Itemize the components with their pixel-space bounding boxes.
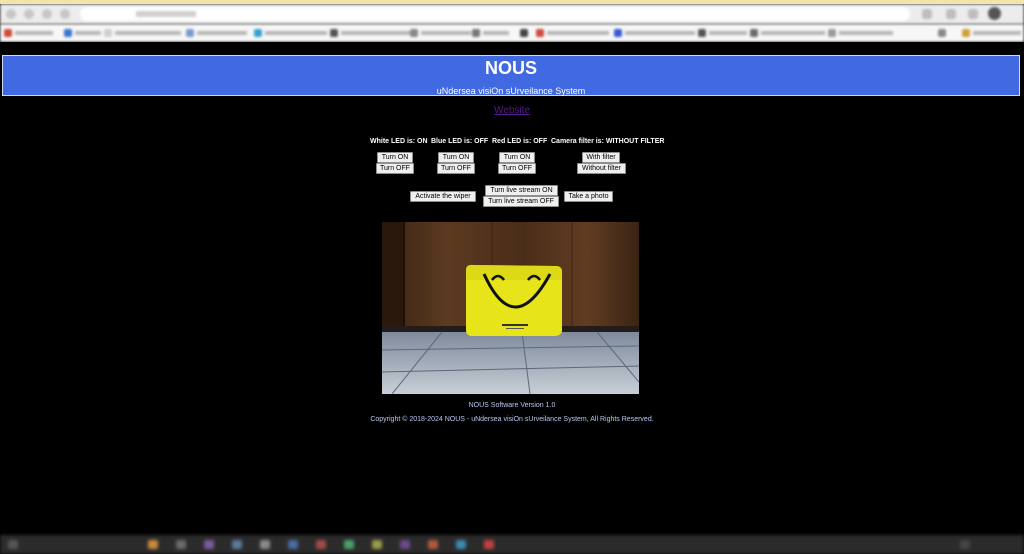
forward-icon[interactable] <box>24 9 34 19</box>
page-header: NOUS uNdersea visiOn sUrveilance System <box>2 55 1020 96</box>
red-led-off-button[interactable]: Turn OFF <box>498 163 536 174</box>
website-link[interactable]: Website <box>494 105 530 116</box>
page-subtitle: uNdersea visiOn sUrveilance System <box>436 86 586 96</box>
address-bar[interactable] <box>80 7 910 21</box>
without-filter-button[interactable]: Without filter <box>577 163 626 174</box>
taskbar-app-icon[interactable] <box>344 540 354 549</box>
taskbar-app-icon[interactable] <box>288 540 298 549</box>
back-icon[interactable] <box>6 9 16 19</box>
profile-avatar[interactable] <box>988 7 1001 20</box>
taskbar-app-icon[interactable] <box>456 540 466 549</box>
red-led-status: Red LED is: OFF <box>492 138 548 145</box>
white-led-status: White LED is: ON <box>370 138 428 145</box>
blue-led-off-button[interactable]: Turn OFF <box>437 163 475 174</box>
with-filter-button[interactable]: With filter <box>582 152 620 163</box>
software-version: NOUS Software Version 1.0 <box>468 402 556 409</box>
taskbar-app-icon[interactable] <box>400 540 410 549</box>
blue-led-status: Blue LED is: OFF <box>431 138 489 145</box>
live-stream-off-button[interactable]: Turn live stream OFF <box>483 196 559 207</box>
live-stream-on-button[interactable]: Turn live stream ON <box>485 185 558 196</box>
taskbar-app-icon[interactable] <box>260 540 270 549</box>
website-link-row: Website <box>0 105 1024 117</box>
white-led-on-button[interactable]: Turn ON <box>377 152 413 163</box>
taskbar-app-icon[interactable] <box>316 540 326 549</box>
taskbar-app-icon[interactable] <box>372 540 382 549</box>
taskbar-app-icon[interactable] <box>204 540 214 549</box>
os-taskbar <box>0 535 1024 554</box>
take-photo-button[interactable]: Take a photo <box>564 191 613 202</box>
bookmarks-bar <box>0 24 1024 42</box>
activate-wiper-button[interactable]: Activate the wiper <box>410 191 476 202</box>
start-icon[interactable] <box>8 540 18 549</box>
menu-icon[interactable] <box>968 9 978 19</box>
browser-gap <box>0 42 1024 54</box>
reload-icon[interactable] <box>42 9 52 19</box>
home-icon[interactable] <box>60 9 70 19</box>
taskbar-app-icon[interactable] <box>148 540 158 549</box>
live-stream-image <box>382 222 639 394</box>
taskbar-app-icon[interactable] <box>176 540 186 549</box>
camera-filter-status: Camera filter is: WITHOUT FILTER <box>551 138 665 145</box>
system-tray-icon[interactable] <box>960 540 970 549</box>
red-led-on-button[interactable]: Turn ON <box>499 152 535 163</box>
camera-frame-illustration <box>382 222 639 394</box>
taskbar-app-icon[interactable] <box>428 540 438 549</box>
blue-led-on-button[interactable]: Turn ON <box>438 152 474 163</box>
extension-icon[interactable] <box>922 9 932 19</box>
page-title: NOUS <box>484 58 537 78</box>
browser-toolbar <box>0 4 1024 24</box>
white-led-off-button[interactable]: Turn OFF <box>376 163 414 174</box>
copyright-notice: Copyright © 2018-2024 NOUS - uNdersea vi… <box>370 416 654 423</box>
taskbar-app-icon[interactable] <box>484 540 494 549</box>
extension-icon[interactable] <box>946 9 956 19</box>
taskbar-app-icon[interactable] <box>232 540 242 549</box>
